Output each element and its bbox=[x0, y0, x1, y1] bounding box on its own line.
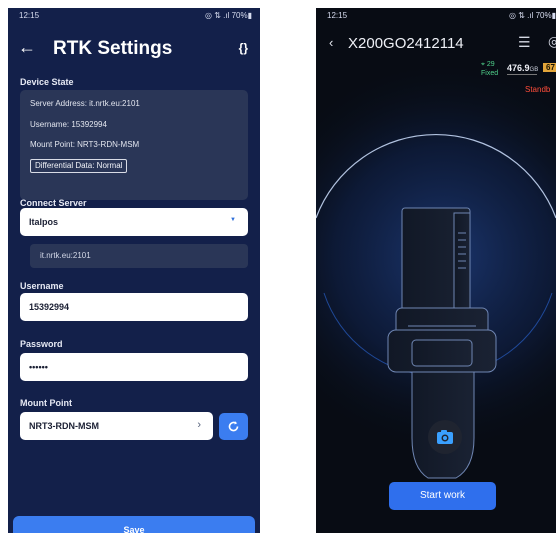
mount-point-label: Mount Point bbox=[20, 398, 72, 408]
camera-button[interactable] bbox=[428, 420, 462, 454]
code-braces-icon[interactable]: {} bbox=[239, 41, 248, 55]
status-time: 12:15 bbox=[327, 11, 348, 20]
differential-status-badge: Differential Data: Normal bbox=[30, 159, 128, 173]
mount-point-select[interactable]: NRT3-RDN-MSM › bbox=[20, 412, 213, 440]
username-text: Username: 15392994 bbox=[30, 120, 107, 129]
page-title: RTK Settings bbox=[53, 38, 173, 59]
back-arrow-icon[interactable]: ← bbox=[18, 37, 36, 58]
device-state-label: Device State bbox=[20, 77, 74, 87]
device-screen: 12:15 ◎ ⇅ .ıl 70%▮ ‹ X200GO2412114 ☰ ◎ ⌖… bbox=[316, 8, 556, 533]
device-id-title: X200GO2412114 bbox=[348, 35, 464, 52]
status-bar: 12:15 ◎ ⇅ .ıl 70%▮ bbox=[8, 8, 260, 28]
refresh-mount-points-button[interactable] bbox=[219, 413, 248, 440]
memory-indicator: 476.9GB bbox=[507, 63, 538, 73]
memory-value: 476.9 bbox=[507, 63, 530, 73]
connect-server-select[interactable]: Italpos ▼ bbox=[20, 208, 248, 236]
server-address-field: it.nrtk.eu:2101 bbox=[30, 244, 248, 268]
password-value: •••••• bbox=[29, 362, 48, 372]
standby-status: Standb bbox=[525, 85, 551, 94]
device-screen-area bbox=[411, 339, 473, 367]
start-work-button[interactable]: Start work bbox=[389, 482, 496, 510]
camera-icon bbox=[437, 430, 453, 444]
connect-server-label: Connect Server bbox=[20, 198, 87, 208]
status-indicators: ◎ ⇅ .ıl 70%▮ bbox=[509, 11, 556, 20]
username-value: 15392994 bbox=[29, 302, 70, 312]
connect-server-value: Italpos bbox=[29, 217, 59, 227]
username-label: Username bbox=[20, 281, 64, 291]
fix-status: Fixed bbox=[481, 70, 499, 77]
server-address-text: Server Address: it.nrtk.eu:2101 bbox=[30, 99, 140, 108]
menu-icon[interactable]: ☰ bbox=[518, 34, 531, 51]
status-indicators: ◎ ⇅ .ıl 70%▮ bbox=[205, 11, 252, 20]
save-button[interactable]: Save bbox=[13, 516, 255, 533]
settings-icon[interactable]: ◎ bbox=[548, 33, 556, 50]
battery-badge: 67 bbox=[543, 63, 556, 72]
server-address-value: it.nrtk.eu:2101 bbox=[40, 251, 91, 260]
device-state-card: Server Address: it.nrtk.eu:2101 Username… bbox=[20, 90, 248, 200]
chevron-right-icon: › bbox=[197, 419, 201, 431]
satellite-icon: ⌖ bbox=[481, 61, 485, 68]
device-header: ‹ X200GO2412114 ☰ ◎ bbox=[316, 30, 556, 60]
app-header: ← RTK Settings {} bbox=[8, 30, 260, 72]
mount-point-value: NRT3-RDN-MSM bbox=[29, 421, 99, 431]
back-chevron-icon[interactable]: ‹ bbox=[329, 35, 333, 50]
password-label: Password bbox=[20, 339, 63, 349]
password-input[interactable]: •••••• bbox=[20, 353, 248, 381]
status-bar: 12:15 ◎ ⇅ .ıl 70%▮ bbox=[316, 8, 556, 28]
mount-point-text: Mount Point: NRT3-RDN-MSM bbox=[30, 140, 140, 149]
username-input[interactable]: 15392994 bbox=[20, 293, 248, 321]
memory-bar bbox=[507, 74, 537, 75]
refresh-icon bbox=[228, 421, 239, 432]
satellite-count-value: 29 bbox=[486, 61, 495, 68]
rtk-settings-screen: 12:15 ◎ ⇅ .ıl 70%▮ ← RTK Settings {} Dev… bbox=[8, 8, 260, 533]
satellite-count: ⌖ 29 bbox=[481, 61, 495, 69]
memory-unit: GB bbox=[529, 67, 539, 73]
dropdown-caret-icon: ▼ bbox=[230, 217, 236, 223]
device-illustration bbox=[316, 56, 556, 479]
status-time: 12:15 bbox=[19, 11, 40, 20]
